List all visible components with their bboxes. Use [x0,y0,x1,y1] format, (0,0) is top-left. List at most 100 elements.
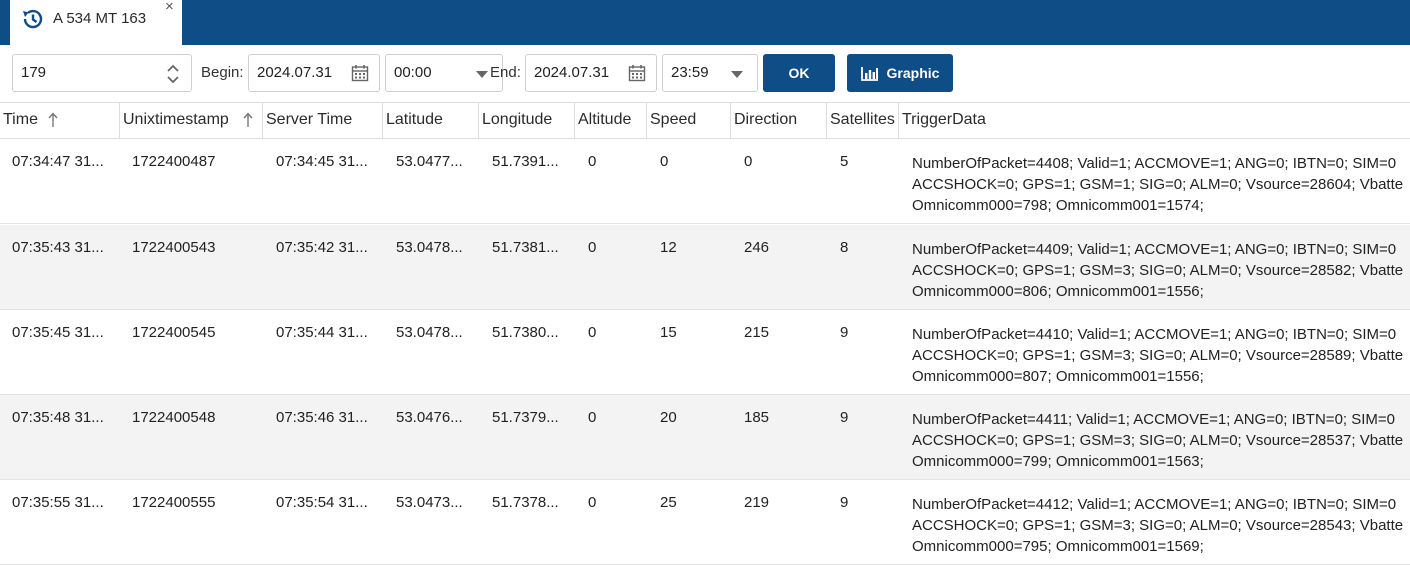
cell-triggerdata: NumberOfPacket=4409; Valid=1; ACCMOVE=1;… [912,239,1410,302]
cell-longitude: 51.7381... [492,239,559,256]
begin-time-select[interactable]: 00:00 [385,54,503,92]
cell-speed: 15 [660,324,677,341]
table-row[interactable]: 07:35:43 31... 1722400543 07:35:42 31...… [0,225,1410,310]
cell-triggerdata: NumberOfPacket=4411; Valid=1; ACCMOVE=1;… [912,409,1410,472]
trigger-line: ACCSHOCK=0; GPS=1; GSM=1; SIG=0; ALM=0; … [912,176,1404,193]
column-header-label: Unixtimestamp [123,111,229,128]
trigger-line: ACCSHOCK=0; GPS=1; GSM=3; SIG=0; ALM=0; … [912,347,1404,364]
calendar-icon[interactable] [351,64,369,82]
cell-time: 07:35:45 31... [12,324,104,341]
cell-latitude: 53.0476... [396,409,463,426]
cell-direction: 185 [744,409,770,426]
sort-ascending-icon[interactable] [48,112,58,128]
trigger-line: Omnicomm000=806; Omnicomm001=1556; [912,283,1204,300]
cell-speed: 0 [660,153,669,170]
graphic-button[interactable]: Graphic [847,54,953,92]
chevron-down-icon[interactable] [731,71,743,78]
trigger-line: ACCSHOCK=0; GPS=1; GSM=3; SIG=0; ALM=0; … [912,432,1404,449]
begin-time-value: 00:00 [394,64,432,81]
cell-latitude: 53.0473... [396,494,463,511]
column-header-direction[interactable]: Direction [731,103,827,139]
column-header-altitude[interactable]: Altitude [575,103,647,139]
cell-unixtimestamp: 1722400487 [132,153,216,170]
cell-speed: 20 [660,409,677,426]
end-time-value: 23:59 [671,64,709,81]
top-bar: A 534 MT 163 × [0,0,1410,45]
begin-label: Begin: [201,64,244,81]
trigger-line: NumberOfPacket=4408; Valid=1; ACCMOVE=1;… [912,155,1397,172]
cell-longitude: 51.7378... [492,494,559,511]
cell-speed: 12 [660,239,677,256]
end-date-picker[interactable] [525,54,657,92]
tab-vehicle[interactable]: A 534 MT 163 × [10,0,182,45]
cell-direction: 215 [744,324,770,341]
end-label: End: [490,64,521,81]
cell-server-time: 07:35:44 31... [276,324,368,341]
cell-satellites: 9 [840,494,849,511]
cell-direction: 219 [744,494,770,511]
table-row[interactable]: 07:35:48 31... 1722400548 07:35:46 31...… [0,395,1410,480]
cell-latitude: 53.0478... [396,239,463,256]
cell-satellites: 9 [840,409,849,426]
bar-chart-icon [860,66,878,81]
begin-date-picker[interactable] [248,54,380,92]
cell-server-time: 07:35:54 31... [276,494,368,511]
trigger-line: ACCSHOCK=0; GPS=1; GSM=3; SIG=0; ALM=0; … [912,517,1404,534]
end-time-select[interactable]: 23:59 [662,54,758,92]
device-number-input[interactable] [12,54,192,92]
cell-satellites: 9 [840,324,849,341]
trigger-line: Omnicomm000=807; Omnicomm001=1556; [912,368,1204,385]
calendar-icon[interactable] [628,64,646,82]
trigger-line: NumberOfPacket=4409; Valid=1; ACCMOVE=1;… [912,241,1397,258]
column-header-unixtimestamp[interactable]: Unixtimestamp [120,103,263,139]
trigger-line: NumberOfPacket=4412; Valid=1; ACCMOVE=1;… [912,496,1397,513]
cell-time: 07:35:43 31... [12,239,104,256]
cell-satellites: 8 [840,239,849,256]
cell-longitude: 51.7391... [492,153,559,170]
grid-header: Time Unixtimestamp Server Time Latitude … [0,102,1410,139]
cell-speed: 25 [660,494,677,511]
ok-button-label: OK [788,65,810,81]
table-row[interactable]: 07:35:55 31... 1722400555 07:35:54 31...… [0,480,1410,565]
cell-altitude: 0 [588,324,597,341]
trigger-line: NumberOfPacket=4410; Valid=1; ACCMOVE=1;… [912,326,1397,343]
trigger-line: Omnicomm000=798; Omnicomm001=1574; [912,197,1204,214]
cell-time: 07:35:55 31... [12,494,104,511]
column-header-speed[interactable]: Speed [647,103,731,139]
column-header-triggerdata[interactable]: TriggerData [899,103,1410,139]
cell-server-time: 07:35:42 31... [276,239,368,256]
trigger-line: Omnicomm000=799; Omnicomm001=1563; [912,453,1204,470]
spinner-arrows-icon[interactable] [167,63,179,85]
graphic-button-label: Graphic [886,65,940,81]
cell-satellites: 5 [840,153,849,170]
cell-server-time: 07:34:45 31... [276,153,368,170]
device-number-field[interactable] [21,64,141,81]
cell-altitude: 0 [588,239,597,256]
cell-altitude: 0 [588,494,597,511]
table-row[interactable]: 07:35:45 31... 1722400545 07:35:44 31...… [0,310,1410,395]
tab-title: A 534 MT 163 [53,10,147,27]
chevron-down-icon[interactable] [476,71,488,78]
trigger-line: Omnicomm000=795; Omnicomm001=1569; [912,538,1204,555]
column-header-latitude[interactable]: Latitude [383,103,479,139]
table-row[interactable]: 07:34:47 31... 1722400487 07:34:45 31...… [0,139,1410,224]
cell-triggerdata: NumberOfPacket=4408; Valid=1; ACCMOVE=1;… [912,153,1410,216]
column-header-label: Time [3,111,38,128]
sort-ascending-icon[interactable] [243,112,253,128]
column-header-server-time[interactable]: Server Time [263,103,383,139]
cell-time: 07:34:47 31... [12,153,104,170]
column-header-longitude[interactable]: Longitude [479,103,575,139]
cell-longitude: 51.7379... [492,409,559,426]
cell-time: 07:35:48 31... [12,409,104,426]
cell-unixtimestamp: 1722400555 [132,494,216,511]
history-icon [23,9,43,29]
column-header-satellites[interactable]: Satellites [827,103,899,139]
cell-longitude: 51.7380... [492,324,559,341]
cell-direction: 246 [744,239,770,256]
cell-altitude: 0 [588,153,597,170]
close-icon[interactable]: × [165,0,174,15]
trigger-line: NumberOfPacket=4411; Valid=1; ACCMOVE=1;… [912,411,1396,428]
column-header-time[interactable]: Time [0,103,120,139]
cell-altitude: 0 [588,409,597,426]
ok-button[interactable]: OK [763,54,835,92]
